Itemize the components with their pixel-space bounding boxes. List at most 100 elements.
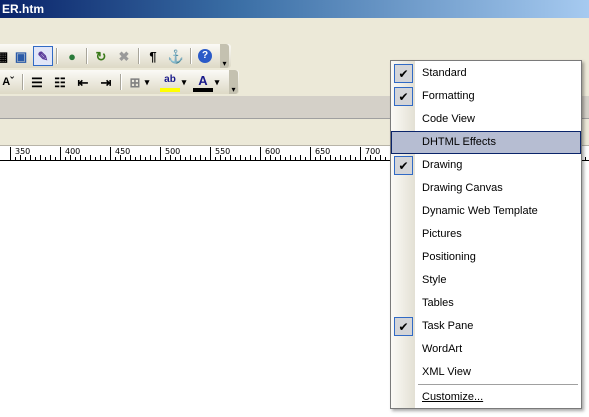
show-all-icon[interactable]: ¶ <box>143 46 163 66</box>
ruler-tick <box>165 157 166 160</box>
menu-item-xml-view[interactable]: XML View <box>391 361 581 384</box>
ruler-tick <box>245 157 246 160</box>
ruler-tick <box>115 157 116 160</box>
menu-item-label: Customize... <box>422 391 484 403</box>
ruler-tick <box>175 157 176 160</box>
ruler-tick <box>145 157 146 160</box>
ruler-tick <box>110 147 111 160</box>
check-icon: ✔ <box>394 64 413 83</box>
highlight-icon[interactable]: ab <box>160 72 180 92</box>
ruler-tick <box>310 147 311 160</box>
bullets-icon[interactable]: ☷ <box>50 72 70 92</box>
ruler-tick <box>35 157 36 160</box>
ruler-tick <box>375 157 376 160</box>
increase-indent-icon[interactable]: ⇥ <box>96 72 116 92</box>
ruler-tick <box>25 157 26 160</box>
ruler-tick <box>255 157 256 160</box>
menu-item-code-view[interactable]: Code View <box>391 108 581 131</box>
menu-item-dhtml-effects[interactable]: DHTML Effects <box>391 131 581 154</box>
ruler-tick <box>235 157 236 160</box>
menu-item-label: Pictures <box>422 228 462 240</box>
ruler-label: 700 <box>365 147 381 156</box>
ruler-tick <box>285 157 286 160</box>
menu-item-label: Tables <box>422 297 454 309</box>
ruler-tick <box>240 155 241 160</box>
ruler-tick <box>260 147 261 160</box>
ruler-label: 500 <box>165 147 181 156</box>
ruler-tick <box>150 155 151 160</box>
ruler-tick <box>155 157 156 160</box>
ruler-tick <box>325 157 326 160</box>
ruler-tick <box>385 157 386 160</box>
picture-icon[interactable]: ▣ <box>11 46 31 66</box>
ruler-tick <box>250 155 251 160</box>
font-size-icon[interactable]: Aˇ <box>0 72 18 92</box>
toolbar-separator <box>190 48 191 64</box>
menu-item-label: Formatting <box>422 90 475 102</box>
ruler-tick <box>160 147 161 160</box>
ruler-label: 400 <box>65 147 81 156</box>
ruler-label: 550 <box>215 147 231 156</box>
menu-item-formatting[interactable]: ✔ Formatting <box>391 85 581 108</box>
window-title: ER.htm <box>2 2 44 16</box>
toolbar-options-button[interactable]: ▾ <box>220 44 229 68</box>
stop-icon[interactable]: ✖ <box>114 46 134 66</box>
menu-item-tables[interactable]: Tables <box>391 292 581 315</box>
menu-item-label: XML View <box>422 366 471 378</box>
ruler-tick <box>125 157 126 160</box>
bookmark-icon[interactable]: ⚓ <box>166 46 186 66</box>
menu-item-dynamic-web-template[interactable]: Dynamic Web Template <box>391 200 581 223</box>
toolbar-options-button[interactable]: ▾ <box>229 70 238 94</box>
ruler-tick <box>340 155 341 160</box>
menu-item-drawing-canvas[interactable]: Drawing Canvas <box>391 177 581 200</box>
ruler-tick <box>40 155 41 160</box>
ruler-tick <box>90 155 91 160</box>
menu-item-pictures[interactable]: Pictures <box>391 223 581 246</box>
menu-item-standard[interactable]: ✔ Standard <box>391 62 581 85</box>
ruler-tick <box>45 157 46 160</box>
menu-item-wordart[interactable]: WordArt <box>391 338 581 361</box>
ruler-tick <box>210 147 211 160</box>
dhtml-icon[interactable]: ✎ <box>33 46 53 66</box>
font-color-dropdown-arrow-icon[interactable]: ▾ <box>212 72 222 92</box>
decrease-indent-icon[interactable]: ⇤ <box>73 72 93 92</box>
menu-item-task-pane[interactable]: ✔ Task Pane <box>391 315 581 338</box>
menu-item-label: Style <box>422 274 447 286</box>
toolbar-separator <box>120 74 121 90</box>
font-color-icon[interactable]: A <box>193 72 213 92</box>
highlight-dropdown-arrow-icon[interactable]: ▾ <box>179 72 189 92</box>
ruler-label: 450 <box>115 147 131 156</box>
ruler-label: 650 <box>315 147 331 156</box>
ruler-tick <box>135 157 136 160</box>
menu-item-drawing[interactable]: ✔ Drawing <box>391 154 581 177</box>
ruler-tick <box>185 157 186 160</box>
ruler-tick <box>265 157 266 160</box>
menu-item-label: WordArt <box>422 343 463 355</box>
ruler-tick <box>195 157 196 160</box>
ruler-tick <box>105 157 106 160</box>
ruler-label: 600 <box>265 147 281 156</box>
ruler-tick <box>60 147 61 160</box>
ruler-tick <box>140 155 141 160</box>
help-icon[interactable]: ? <box>195 46 215 66</box>
ruler-tick <box>85 157 86 160</box>
refresh-icon[interactable]: ↻ <box>91 46 111 66</box>
ruler-tick <box>355 157 356 160</box>
ruler-tick <box>315 157 316 160</box>
ruler-tick <box>345 157 346 160</box>
ruler-tick <box>215 157 216 160</box>
numbering-icon[interactable]: ☰ <box>27 72 47 92</box>
menu-item-style[interactable]: Style <box>391 269 581 292</box>
borders-dropdown-arrow-icon[interactable]: ▾ <box>142 72 152 92</box>
menu-item-positioning[interactable]: Positioning <box>391 246 581 269</box>
ruler-tick <box>190 155 191 160</box>
help-icon-glyph: ? <box>198 49 212 63</box>
ruler-tick <box>290 155 291 160</box>
check-icon: ✔ <box>394 156 413 175</box>
hyperlink-icon[interactable]: ● <box>62 46 82 66</box>
ruler-tick <box>65 157 66 160</box>
menu-item-customize[interactable]: Customize... <box>391 386 581 409</box>
menu-item-label: DHTML Effects <box>422 136 496 148</box>
ruler-tick <box>55 157 56 160</box>
standard-toolbar: ▦ ▣ ✎ ● ↻ ✖ ¶ ⚓ ? ▾ <box>0 44 231 68</box>
